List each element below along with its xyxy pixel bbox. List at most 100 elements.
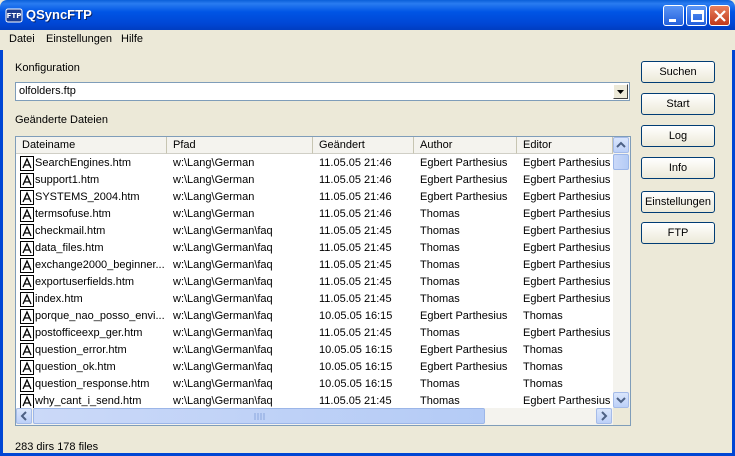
cell-editor: Egbert Parthesius [523,191,611,203]
table-row[interactable]: question_ok.htm w:\Lang\German\faq 10.05.0… [16,359,613,376]
cell-filename: termsofuse.htm [35,208,111,220]
maximize-button[interactable] [686,5,707,26]
cell-author: Egbert Parthesius [420,310,508,322]
cell-modified: 11.05.05 21:45 [319,259,392,271]
start-button[interactable]: Start [641,93,715,115]
ftp-button[interactable]: FTP [641,222,715,244]
maximize-icon [691,10,704,22]
chevron-down-icon [617,90,624,94]
scroll-up-button[interactable] [613,137,629,153]
cell-modified: 11.05.05 21:45 [319,293,392,305]
cell-author: Thomas [420,242,460,254]
table-row[interactable]: postofficeexp_ger.htm w:\Lang\German\faq 1… [16,325,613,342]
cell-author: Egbert Parthesius [420,191,508,203]
konfiguration-value: olfolders.ftp [19,85,76,97]
konfiguration-label: Konfiguration [15,62,80,74]
vertical-scroll-thumb[interactable] [613,154,629,170]
cell-editor: Egbert Parthesius [523,208,611,220]
cell-editor: Egbert Parthesius [523,293,611,305]
cell-author: Thomas [420,395,460,407]
cell-editor: Egbert Parthesius [523,157,611,169]
cell-path: w:\Lang\German\faq [173,327,273,339]
menu-hilfe[interactable]: Hilfe [121,33,143,45]
column-header-pfad[interactable]: Pfad [167,137,313,154]
cell-author: Thomas [420,327,460,339]
column-header-author[interactable]: Author [414,137,517,154]
file-icon [20,360,34,375]
table-row[interactable]: data_files.htm w:\Lang\German\faq 11.05.05… [16,240,613,257]
table-row[interactable]: exchange2000_beginner... w:\Lang\German\f… [16,257,613,274]
cell-author: Thomas [420,378,460,390]
file-icon [20,224,34,239]
table-row[interactable]: index.htm w:\Lang\German\faq 11.05.05 21:4… [16,291,613,308]
cell-filename: checkmail.htm [35,225,106,237]
cell-author: Egbert Parthesius [420,174,508,186]
menu-datei[interactable]: Datei [9,33,35,45]
file-icon [20,394,34,409]
files-list[interactable]: Dateiname Pfad Geändert Author Editor Se… [15,136,631,426]
cell-author: Thomas [420,276,460,288]
cell-editor: Egbert Parthesius [523,327,611,339]
app-icon: FTP [5,8,23,23]
scroll-right-button[interactable] [596,408,612,424]
file-icon [20,292,34,307]
cell-path: w:\Lang\German [173,191,255,203]
cell-modified: 10.05.05 16:15 [319,361,393,373]
cell-path: w:\Lang\German\faq [173,242,273,254]
file-icon [20,309,34,324]
table-row[interactable]: question_error.htm w:\Lang\German\faq 10.0… [16,342,613,359]
suchen-button[interactable]: Suchen [641,61,715,83]
column-header-geaendert[interactable]: Geändert [313,137,414,154]
close-icon [714,10,726,22]
column-header-editor[interactable]: Editor [517,137,613,154]
title-bar: FTP QSyncFTP [0,0,735,30]
vertical-scrollbar[interactable] [613,137,630,409]
close-button[interactable] [709,5,730,26]
table-row[interactable]: termsofuse.htm w:\Lang\German 11.05.05 21:… [16,206,613,223]
cell-editor: Egbert Parthesius [523,259,611,271]
cell-editor: Thomas [523,310,563,322]
cell-modified: 11.05.05 21:46 [319,157,392,169]
table-row[interactable]: SYSTEMS_2004.htm w:\Lang\German 11.05.05 2… [16,189,613,206]
konfiguration-select[interactable]: olfolders.ftp [15,82,630,101]
horizontal-scrollbar[interactable] [16,408,613,425]
cell-filename: question_error.htm [35,344,127,356]
files-label: Geänderte Dateien [15,114,108,126]
cell-path: w:\Lang\German\faq [173,344,273,356]
cell-modified: 11.05.05 21:45 [319,327,392,339]
cell-editor: Thomas [523,378,563,390]
cell-path: w:\Lang\German [173,157,255,169]
log-button[interactable]: Log [641,125,715,147]
table-row[interactable]: checkmail.htm w:\Lang\German\faq 11.05.05 … [16,223,613,240]
table-row[interactable]: SearchEngines.htm w:\Lang\German 11.05.05 … [16,155,613,172]
svg-text:FTP: FTP [7,12,22,20]
horizontal-scroll-thumb[interactable] [33,408,485,424]
table-row[interactable]: support1.htm w:\Lang\German 11.05.05 21:46… [16,172,613,189]
table-row[interactable]: question_response.htm w:\Lang\German\faq 1… [16,376,613,393]
cell-path: w:\Lang\German\faq [173,310,273,322]
cell-path: w:\Lang\German\faq [173,259,273,271]
scroll-left-button[interactable] [16,408,32,424]
menu-einstellungen[interactable]: Einstellungen [46,33,112,45]
status-text: 283 dirs 178 files [15,441,99,453]
cell-modified: 11.05.05 21:46 [319,191,392,203]
cell-path: w:\Lang\German [173,174,255,186]
info-button[interactable]: Info [641,157,715,179]
cell-path: w:\Lang\German\faq [173,293,273,305]
minimize-button[interactable] [663,5,684,26]
file-icon [20,207,34,222]
cell-path: w:\Lang\German\faq [173,225,273,237]
scroll-down-button[interactable] [613,392,629,408]
file-icon [20,156,34,171]
einstellungen-button[interactable]: Einstellungen [641,191,715,213]
dropdown-button[interactable] [613,84,628,99]
arrow-left-icon [20,411,27,421]
cell-editor: Egbert Parthesius [523,242,611,254]
column-header-dateiname[interactable]: Dateiname [16,137,167,154]
cell-modified: 10.05.05 16:15 [319,310,393,322]
file-icon [20,377,34,392]
table-row[interactable]: porque_nao_posso_envi... w:\Lang\German\f… [16,308,613,325]
cell-editor: Thomas [523,344,563,356]
table-row[interactable]: exportuserfields.htm w:\Lang\German\faq 11… [16,274,613,291]
cell-modified: 11.05.05 21:45 [319,242,392,254]
